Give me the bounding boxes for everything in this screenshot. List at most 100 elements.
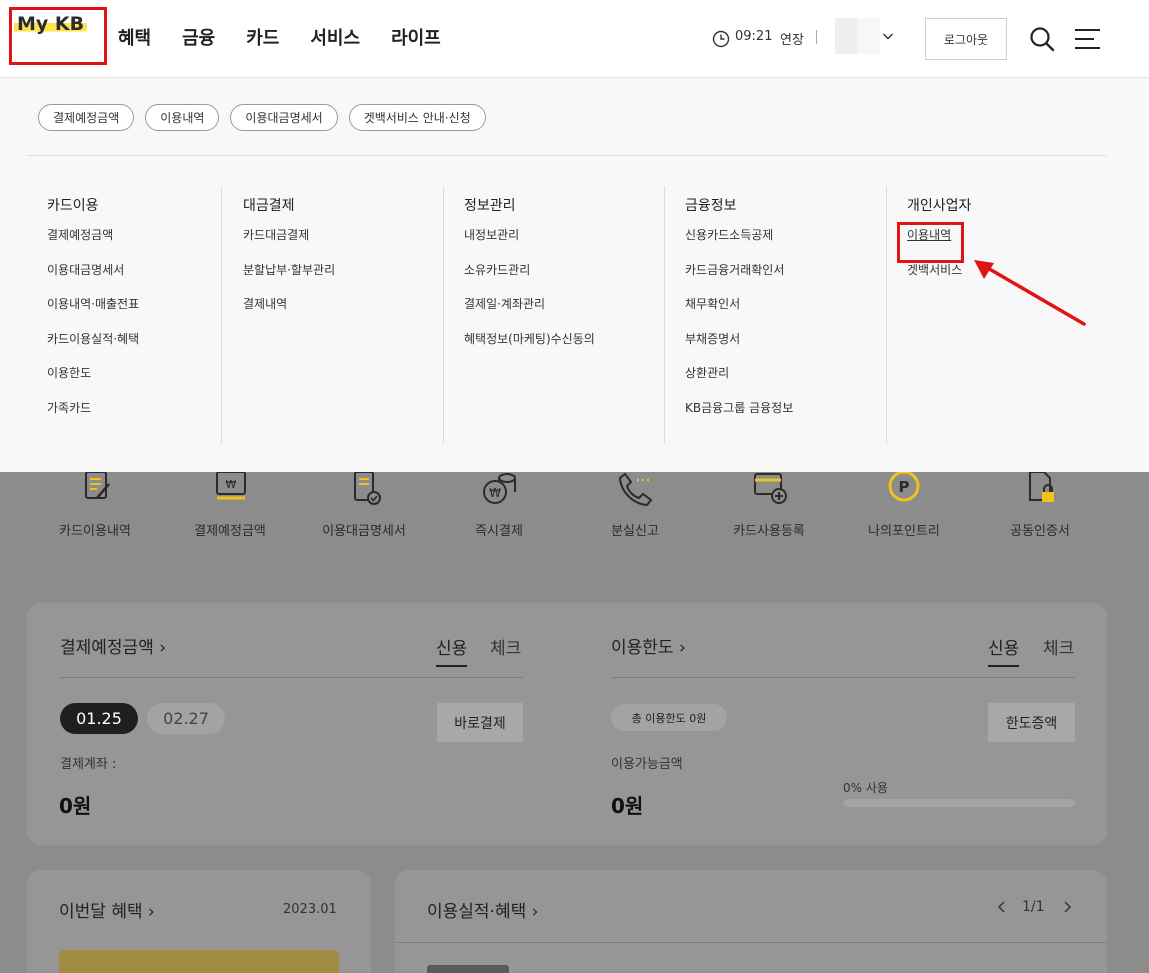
extend-session-button[interactable]: 연장 [780, 29, 804, 48]
quick-instant-payment[interactable]: ₩ 즉시결제 [429, 472, 569, 539]
summary-card: 결제예정금액 › 신용 체크 01.25 02.27 바로결제 결제계좌 : 0… [27, 603, 1107, 901]
benefit-banner[interactable] [59, 950, 339, 973]
menu-column-title: 정보관리 [464, 198, 516, 214]
menu-divider [27, 155, 1107, 156]
quick-menu-label: 이용대금명세서 [322, 524, 406, 539]
monthly-benefit-title[interactable]: 이번달 혜택 › [59, 897, 155, 922]
quick-menu-label: 결제예정금액 [194, 524, 266, 539]
masked-username [824, 18, 880, 54]
due-date-selected[interactable]: 01.25 [60, 703, 138, 734]
point-coin-icon: P [888, 472, 920, 502]
benefit-card: 이번달 혜택 › 2023.01 [27, 870, 371, 973]
menu-item[interactable]: 소유카드관리 [464, 263, 664, 298]
usage-progress-bar [843, 799, 1075, 807]
nav-item-card[interactable]: 카드 [246, 24, 279, 50]
account-label: 결제계좌 : [60, 757, 117, 772]
tab-check[interactable]: 체크 [1043, 634, 1074, 659]
quick-certificate[interactable]: 공동인증서 [970, 472, 1110, 539]
nav-item-service[interactable]: 서비스 [310, 24, 360, 50]
my-kb-logo[interactable]: My KB [14, 13, 88, 35]
svg-text:P: P [899, 478, 910, 496]
menu-item[interactable]: 결제내역 [243, 297, 443, 332]
chip-statement[interactable]: 이용대금명세서 [230, 104, 338, 131]
quick-my-pointree[interactable]: P 나의포인트리 [834, 472, 974, 539]
top-header: My KB 혜택 금융 카드 서비스 라이프 09:21 연장 로그아웃 [0, 0, 1149, 78]
divider [395, 942, 1107, 943]
monitor-won-icon: ₩ [216, 472, 246, 500]
chevron-right-icon[interactable] [1062, 900, 1072, 914]
available-amount: 0원 [611, 794, 644, 818]
chip-getback-service[interactable]: 겟백서비스 안내·신청 [348, 104, 486, 131]
menu-item[interactable]: 카드이용실적·혜택 [47, 332, 221, 367]
increase-limit-button[interactable]: 한도증액 [988, 703, 1075, 742]
menu-column-title: 개인사업자 [907, 198, 972, 214]
quick-statement[interactable]: 이용대금명세서 [294, 472, 434, 539]
menu-item[interactable]: 신용카드소득공제 [685, 228, 886, 263]
red-arrow-annotation [974, 260, 1086, 326]
certificate-lock-icon [1029, 472, 1054, 502]
dimmed-dashboard: 카드이용내역 ₩ 결제예정금액 이용대금명세서 ₩ 즉시결제 분실신고 카드사용… [0, 472, 1149, 973]
quick-menu-label: 분실신고 [611, 524, 659, 539]
quick-menu-label: 공동인증서 [1010, 524, 1070, 539]
chip-scheduled-payment[interactable]: 결제예정금액 [38, 104, 135, 131]
menu-column-payment: 대금결제 카드대금결제 분할납부·할부관리 결제내역 [221, 186, 443, 444]
menu-column-title: 대금결제 [243, 198, 295, 214]
menu-item[interactable]: 이용한도 [47, 366, 221, 401]
search-icon[interactable] [1029, 26, 1055, 52]
menu-column-finance-info: 금융정보 신용카드소득공제 카드금융거래확인서 채무확인서 부채증명서 상환관리… [664, 186, 886, 444]
quick-card-register[interactable]: 카드사용등록 [699, 472, 839, 539]
quick-menu-label: 나의포인트리 [868, 524, 940, 539]
nav-item-benefit[interactable]: 혜택 [118, 24, 151, 50]
tab-credit[interactable]: 신용 [988, 634, 1020, 667]
total-limit-badge: 총 이용한도 0원 [611, 704, 727, 731]
menu-column-title: 금융정보 [685, 198, 737, 214]
quick-lost-report[interactable]: 분실신고 [565, 472, 705, 539]
menu-item[interactable]: 혜택정보(마케팅)수신동의 [464, 332, 664, 367]
svg-text:₩: ₩ [489, 486, 501, 500]
menu-item[interactable]: 상환관리 [685, 366, 886, 401]
menu-item[interactable]: 결제예정금액 [47, 228, 221, 263]
usage-percent-label: 0% 사용 [843, 781, 888, 795]
pay-now-button[interactable]: 바로결제 [437, 703, 523, 742]
menu-item[interactable]: 내정보관리 [464, 228, 664, 263]
menu-item[interactable]: KB금융그룹 금융정보 [685, 401, 886, 436]
pager: 1/1 [1022, 899, 1045, 915]
menu-item[interactable]: 부채증명서 [685, 332, 886, 367]
scheduled-amount: 0원 [59, 794, 92, 818]
menu-item[interactable]: 카드대금결제 [243, 228, 443, 263]
session-time: 09:21 [735, 29, 773, 44]
quick-card-usage[interactable]: 카드이용내역 [25, 472, 165, 539]
nav-item-finance[interactable]: 금융 [182, 24, 215, 50]
nav-item-life[interactable]: 라이프 [391, 24, 441, 50]
usage-limit-title[interactable]: 이용한도 › [611, 633, 686, 658]
divider [611, 677, 1075, 678]
document-pen-icon [85, 472, 110, 499]
chip-usage-history[interactable]: 이용내역 [145, 104, 220, 131]
quick-menu-label: 카드사용등록 [733, 524, 805, 539]
card-add-icon [754, 473, 787, 504]
benefit-date: 2023.01 [283, 902, 337, 917]
performance-benefit-title[interactable]: 이용실적·혜택 › [427, 897, 538, 922]
menu-item[interactable]: 채무확인서 [685, 297, 886, 332]
tab-credit[interactable]: 신용 [436, 634, 468, 667]
due-date-option[interactable]: 02.27 [147, 703, 225, 734]
divider [60, 677, 523, 678]
quick-chips: 결제예정금액 이용내역 이용대금명세서 겟백서비스 안내·신청 [38, 104, 486, 131]
menu-item[interactable]: 카드금융거래확인서 [685, 263, 886, 298]
menu-column-card-usage: 카드이용 결제예정금액 이용대금명세서 이용내역·매출전표 카드이용실적·혜택 … [47, 186, 221, 444]
quick-scheduled-payment[interactable]: ₩ 결제예정금액 [160, 472, 300, 539]
chevron-left-icon[interactable] [997, 900, 1007, 914]
menu-item[interactable]: 이용대금명세서 [47, 263, 221, 298]
menu-item[interactable]: 가족카드 [47, 401, 221, 436]
menu-item[interactable]: 결제일·계좌관리 [464, 297, 664, 332]
chevron-down-icon[interactable] [882, 30, 894, 42]
tab-check[interactable]: 체크 [490, 634, 521, 659]
logout-button[interactable]: 로그아웃 [925, 18, 1007, 60]
hamburger-menu-icon[interactable] [1074, 27, 1101, 51]
menu-item[interactable]: 분할납부·할부관리 [243, 263, 443, 298]
scheduled-payment-title[interactable]: 결제예정금액 › [60, 633, 166, 658]
menu-item[interactable]: 이용내역·매출전표 [47, 297, 221, 332]
main-nav: 혜택 금융 카드 서비스 라이프 [118, 24, 472, 50]
available-amount-label: 이용가능금액 [611, 757, 683, 772]
svg-text:₩: ₩ [226, 478, 237, 491]
